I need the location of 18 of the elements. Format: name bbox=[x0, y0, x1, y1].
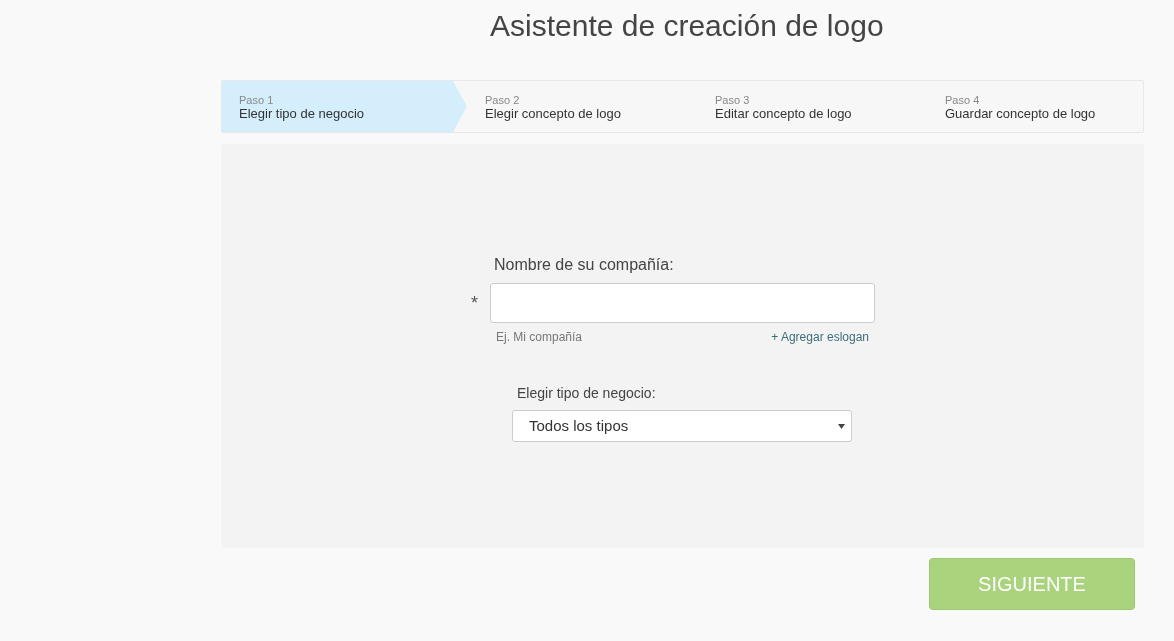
step-label: Elegir concepto de logo bbox=[485, 106, 621, 122]
step-number: Paso 1 bbox=[239, 94, 274, 106]
business-type-dropdown[interactable]: Todos los tipos bbox=[512, 410, 852, 442]
step-label: Elegir tipo de negocio bbox=[239, 106, 365, 122]
add-slogan-link[interactable]: + Agregar eslogan bbox=[771, 328, 869, 346]
caret-icon bbox=[838, 423, 845, 429]
wizard-step[interactable]: Paso 1 Elegir tipo de negocio bbox=[222, 81, 467, 132]
step-number: Paso 2 bbox=[485, 94, 520, 106]
step-number: Paso 4 bbox=[945, 94, 980, 106]
hint-text: Ej. Mi compañía bbox=[496, 329, 583, 346]
page-title: Asistente de creación de logo bbox=[490, 8, 884, 44]
company-name-field[interactable] bbox=[490, 283, 875, 323]
field-label: Elegir tipo de negocio: bbox=[517, 384, 656, 403]
step-number: Paso 3 bbox=[715, 94, 750, 106]
required-mark: * bbox=[471, 291, 479, 315]
step-label: Guardar concepto de logo bbox=[945, 106, 1096, 122]
step-label: Editar concepto de logo bbox=[715, 106, 852, 122]
field-label: Nombre de su compañía: bbox=[494, 255, 674, 275]
